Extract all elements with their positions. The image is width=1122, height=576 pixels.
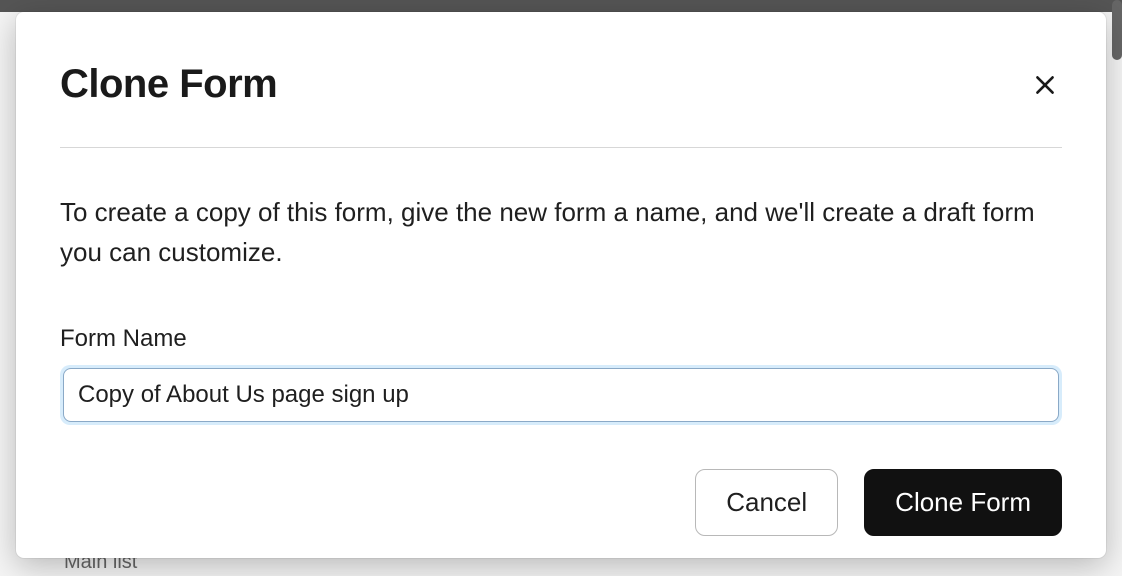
clone-form-button[interactable]: Clone Form (864, 469, 1062, 536)
modal-description: To create a copy of this form, give the … (60, 192, 1062, 273)
clone-form-modal: Clone Form To create a copy of this form… (16, 12, 1106, 558)
background-toolbar (0, 0, 1122, 12)
close-button[interactable] (1028, 68, 1062, 102)
modal-title: Clone Form (60, 62, 277, 107)
form-name-input[interactable] (63, 368, 1059, 422)
scrollbar-thumb[interactable] (1112, 0, 1122, 60)
cancel-button[interactable]: Cancel (695, 469, 838, 536)
form-name-input-focus-ring (60, 365, 1062, 425)
modal-body: To create a copy of this form, give the … (60, 148, 1062, 425)
form-name-label: Form Name (60, 325, 1062, 353)
modal-header: Clone Form (60, 62, 1062, 148)
close-icon (1032, 72, 1058, 98)
modal-footer: Cancel Clone Form (60, 469, 1062, 536)
